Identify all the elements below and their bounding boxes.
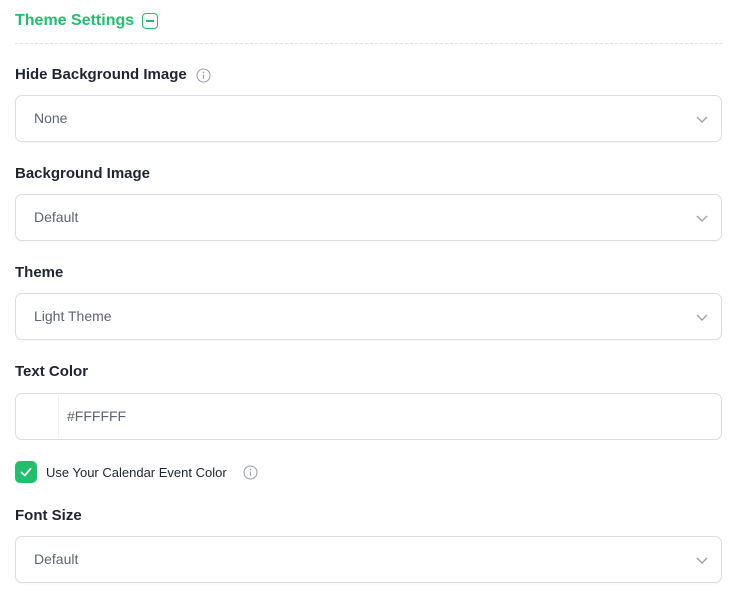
font-size-value: Default [34,551,79,567]
text-color-label: Text Color [15,362,88,382]
hide-background-select[interactable]: None [15,95,722,142]
info-icon[interactable] [196,67,211,83]
text-color-label-text: Text Color [15,363,89,380]
hide-background-value: None [34,110,68,126]
chevron-down-icon [695,112,709,131]
calendar-color-label[interactable]: Use Your Calendar Event Color [46,465,227,480]
font-size-select[interactable]: Default [15,536,722,583]
section-header: Theme Settings [15,10,723,44]
calendar-color-checkbox[interactable] [15,461,37,483]
check-icon [20,467,32,477]
info-icon[interactable] [243,464,258,480]
text-color-field[interactable]: #FFFFFF [15,393,722,440]
background-image-select[interactable]: Default [15,194,722,241]
font-size-label-text: Font Size [15,507,82,524]
background-image-value: Default [34,209,79,225]
section-title: Theme Settings [15,12,135,29]
theme-label-text: Theme [15,264,64,281]
hide-background-label: Hide Background Image [15,65,211,85]
text-color-value[interactable]: #FFFFFF [67,394,126,439]
chevron-down-icon [695,553,709,572]
calendar-color-row: Use Your Calendar Event Color [15,461,258,483]
font-size-label: Font Size [15,506,82,526]
theme-label: Theme [15,263,63,283]
chevron-down-icon [695,211,709,230]
color-swatch[interactable] [17,395,59,438]
chevron-down-icon [695,310,709,329]
hide-background-label-text: Hide Background Image [15,66,187,83]
background-image-label: Background Image [15,164,150,184]
theme-value: Light Theme [34,308,112,324]
background-image-label-text: Background Image [15,165,151,182]
theme-select[interactable]: Light Theme [15,293,722,340]
collapse-icon[interactable] [142,13,159,29]
